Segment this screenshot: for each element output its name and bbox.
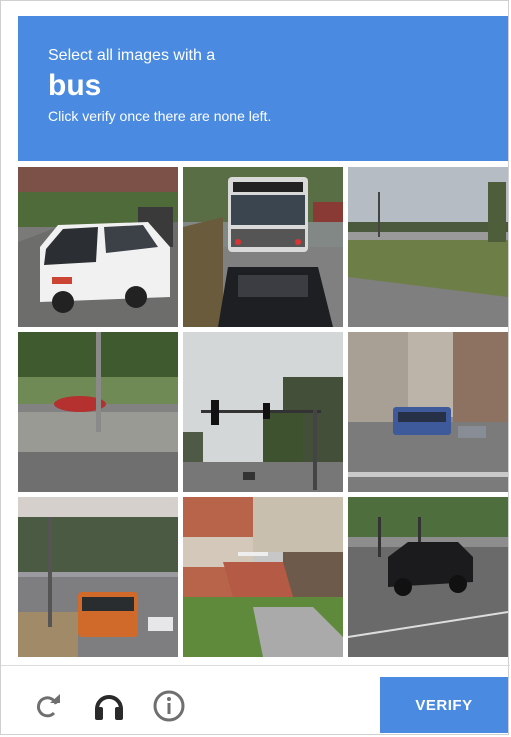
captcha-dialog: Select all images with a bus Click verif…: [0, 0, 510, 735]
tile-5-image: [183, 332, 343, 492]
tile-2[interactable]: [183, 167, 343, 327]
tile-7-image: [18, 497, 178, 657]
tile-7[interactable]: [18, 497, 178, 657]
footer-divider: [1, 665, 510, 666]
tile-4-image: [18, 332, 178, 492]
instruction-banner: Select all images with a bus Click verif…: [18, 16, 508, 161]
instruction-subtext: Click verify once there are none left.: [48, 108, 272, 124]
headphones-icon: [95, 695, 123, 720]
reload-icon: [36, 694, 60, 718]
info-button[interactable]: [149, 681, 189, 731]
reload-button[interactable]: [28, 681, 68, 731]
tile-6-image: [348, 332, 508, 492]
tile-2-image: [183, 167, 343, 327]
tile-8-image: [183, 497, 343, 657]
tile-8[interactable]: [183, 497, 343, 657]
verify-button[interactable]: VERIFY: [380, 677, 508, 733]
image-grid: [18, 167, 508, 657]
tile-6[interactable]: [348, 332, 508, 492]
tile-9-image: [348, 497, 508, 657]
tile-3-image: [348, 167, 508, 327]
tile-3[interactable]: [348, 167, 508, 327]
tile-5[interactable]: [183, 332, 343, 492]
instruction-text: Select all images with a: [48, 47, 216, 64]
audio-challenge-button[interactable]: [89, 681, 129, 731]
tile-9[interactable]: [348, 497, 508, 657]
tile-1-image: [18, 167, 178, 327]
target-object-word: bus: [48, 69, 102, 102]
tile-1[interactable]: [18, 167, 178, 327]
info-icon: [153, 690, 185, 722]
tile-4[interactable]: [18, 332, 178, 492]
